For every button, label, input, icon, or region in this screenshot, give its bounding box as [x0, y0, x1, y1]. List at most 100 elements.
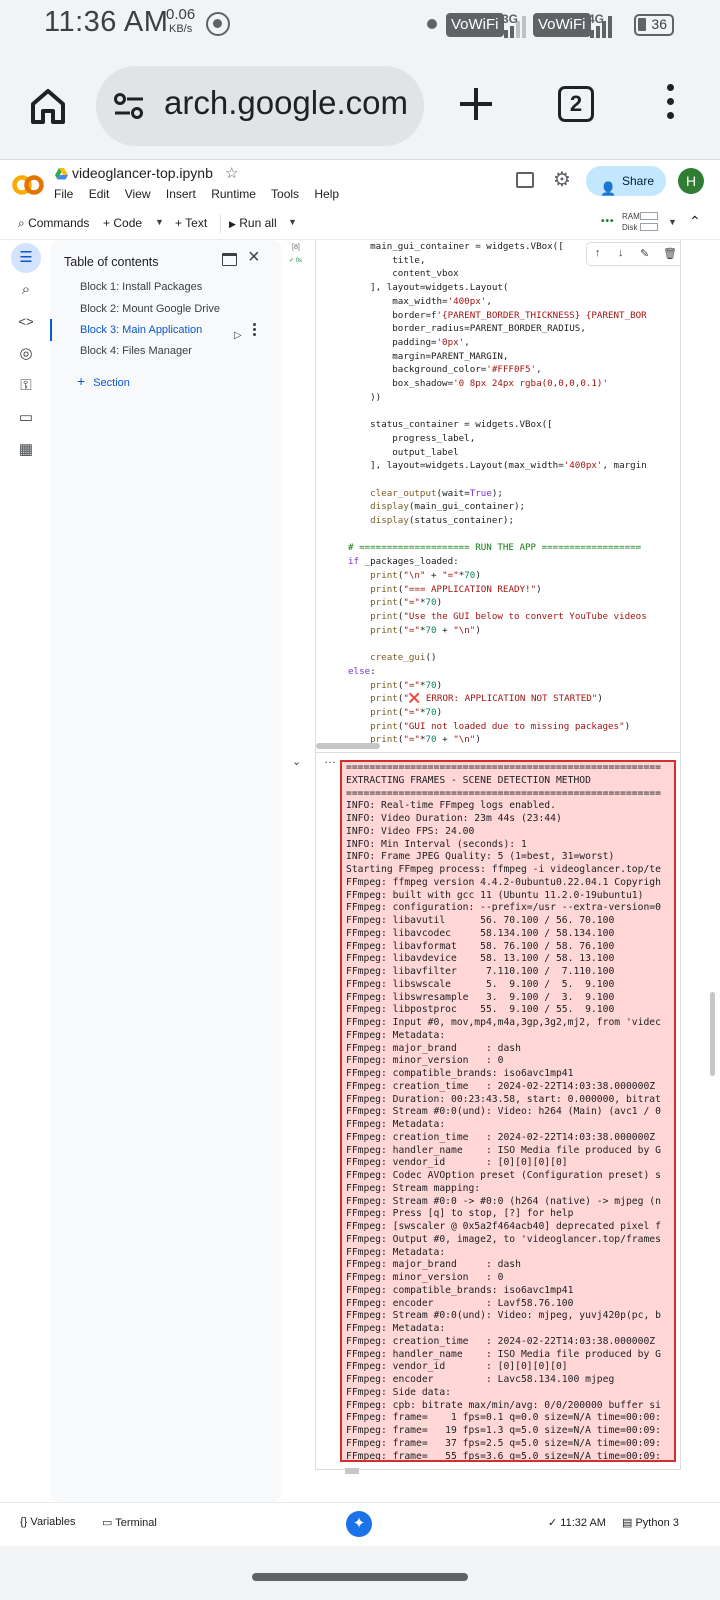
code-line[interactable]: output_label: [348, 446, 647, 460]
menu-edit[interactable]: Edit: [89, 187, 110, 201]
add-section-button[interactable]: + Section: [77, 373, 130, 389]
output-horizontal-scrollbar[interactable]: [345, 1468, 359, 1474]
horizontal-scrollbar[interactable]: [316, 743, 380, 749]
code-line[interactable]: progress_label,: [348, 432, 647, 446]
gemini-icon[interactable]: ✦: [346, 1511, 372, 1537]
terminal-button[interactable]: ▭ Terminal: [102, 1516, 157, 1529]
menu-insert[interactable]: Insert: [166, 187, 196, 201]
code-line[interactable]: display(main_gui_container);: [348, 500, 647, 514]
code-line[interactable]: ], layout=widgets.Layout(max_width='400p…: [348, 459, 647, 473]
add-text-button[interactable]: + Text: [175, 216, 207, 230]
code-line[interactable]: print("\n" + "="*70): [348, 569, 647, 583]
toc-item-block-4[interactable]: Block 4: Files Manager: [50, 340, 282, 362]
toc-icon[interactable]: ☰: [11, 243, 41, 273]
gear-icon[interactable]: ⚙: [553, 170, 571, 190]
code-line[interactable]: # ==================== RUN THE APP =====…: [348, 541, 647, 555]
menu-runtime[interactable]: Runtime: [211, 187, 256, 201]
commands-button[interactable]: ⌕ Commands: [18, 216, 89, 231]
home-icon[interactable]: [28, 86, 68, 126]
url-text[interactable]: arch.google.com: [164, 84, 408, 122]
status-bar: 11:36 AM 0.06 KB/s VoWiFi 3G VoWiFi 4G 3…: [0, 0, 720, 52]
code-line[interactable]: [348, 473, 647, 487]
ram-meter[interactable]: [640, 212, 658, 220]
secrets-icon[interactable]: ⚿: [11, 371, 41, 401]
code-line[interactable]: print("="*70): [348, 706, 647, 720]
avatar[interactable]: H: [678, 168, 704, 194]
code-line[interactable]: else:: [348, 665, 647, 679]
tab-switcher-button[interactable]: 2: [558, 86, 594, 122]
code-line[interactable]: [348, 528, 647, 542]
toc-item-block-3[interactable]: Block 3: Main Application ▷: [50, 319, 282, 341]
code-line[interactable]: margin=PARENT_MARGIN,: [348, 350, 647, 364]
runtime-indicator[interactable]: ▤ Python 3: [622, 1516, 679, 1529]
colab-logo-icon[interactable]: [12, 174, 44, 196]
code-snippets-icon[interactable]: <>: [11, 307, 41, 337]
code-line[interactable]: print("="*70): [348, 596, 647, 610]
move-down-icon[interactable]: ↓: [618, 247, 624, 259]
popout-icon[interactable]: [222, 253, 237, 266]
code-line[interactable]: padding='0px',: [348, 336, 647, 350]
code-line[interactable]: border_radius=PARENT_BORDER_RADIUS,: [348, 322, 647, 336]
code-line[interactable]: print("="*70 + "\n"): [348, 733, 647, 747]
comment-icon[interactable]: [516, 172, 534, 188]
code-line[interactable]: background_color='#FFF0F5',: [348, 363, 647, 377]
code-line[interactable]: print("GUI not loaded due to missing pac…: [348, 720, 647, 734]
run-all-button[interactable]: ▶ Run all: [229, 216, 277, 230]
browser-menu-icon[interactable]: [664, 84, 676, 124]
chevron-down-icon[interactable]: ▼: [155, 217, 164, 227]
variables-icon[interactable]: ◎: [11, 339, 41, 369]
find-icon[interactable]: ⌕: [11, 275, 41, 305]
chevron-down-icon[interactable]: ▼: [668, 217, 677, 227]
home-gesture-handle[interactable]: [252, 1573, 468, 1581]
code-line[interactable]: ], layout=widgets.Layout(: [348, 281, 647, 295]
star-icon[interactable]: ☆: [225, 164, 238, 182]
code-line[interactable]: display(status_container);: [348, 514, 647, 528]
files-icon[interactable]: ▭: [11, 403, 41, 433]
code-line[interactable]: [348, 637, 647, 651]
toc-item-block-1[interactable]: Block 1: Install Packages: [50, 276, 282, 298]
chevron-down-icon[interactable]: ▼: [288, 217, 297, 227]
menu-help[interactable]: Help: [314, 187, 339, 201]
variables-button[interactable]: {} Variables: [20, 1516, 75, 1528]
site-settings-icon[interactable]: [114, 93, 144, 119]
menu-tools[interactable]: Tools: [271, 187, 299, 201]
code-cell-editor[interactable]: main_gui_container = widgets.VBox([ titl…: [315, 240, 681, 752]
delete-icon[interactable]: 🗑: [663, 247, 677, 260]
menu-file[interactable]: File: [54, 187, 73, 201]
code-line[interactable]: print("="*70 + "\n"): [348, 624, 647, 638]
notebook-title[interactable]: videoglancer-top.ipynb: [72, 165, 213, 181]
code-line[interactable]: clear_output(wait=True);: [348, 487, 647, 501]
code-line[interactable]: box_shadow='0 8px 24px rgba(0,0,0,0.1)': [348, 377, 647, 391]
code-line[interactable]: )): [348, 391, 647, 405]
toc-item-block-2[interactable]: Block 2: Mount Google Drive: [50, 298, 282, 320]
collapse-toolbar-icon[interactable]: ⌃: [689, 213, 701, 230]
last-run-status[interactable]: ✓ 11:32 AM: [548, 1516, 606, 1529]
move-up-icon[interactable]: ↑: [595, 247, 601, 259]
code-line[interactable]: print("❌ ERROR: APPLICATION NOT STARTED"…: [348, 692, 647, 706]
log-line: FFmpeg: ffmpeg version 4.4.2-0ubuntu0.22…: [346, 876, 661, 888]
code-line[interactable]: create_gui(): [348, 651, 647, 665]
edit-icon[interactable]: ✎: [640, 247, 649, 260]
code-line[interactable]: if _packages_loaded:: [348, 555, 647, 569]
code-line[interactable]: print("=== APPLICATION READY!"): [348, 583, 647, 597]
more-options-icon[interactable]: [253, 323, 256, 338]
share-button[interactable]: 👤 Share: [586, 166, 666, 196]
address-bar[interactable]: arch.google.com: [96, 66, 424, 146]
code-block[interactable]: main_gui_container = widgets.VBox([ titl…: [348, 240, 647, 747]
code-line[interactable]: status_container = widgets.VBox([: [348, 418, 647, 432]
code-line[interactable]: print("="*70): [348, 679, 647, 693]
close-icon[interactable]: ×: [248, 246, 260, 269]
data-table-icon[interactable]: ▦: [11, 435, 41, 465]
code-line[interactable]: border=f'{PARENT_BORDER_THICKNESS} {PARE…: [348, 309, 647, 323]
menu-view[interactable]: View: [125, 187, 151, 201]
code-line[interactable]: print("Use the GUI below to convert YouT…: [348, 610, 647, 624]
code-line[interactable]: max_width='400px',: [348, 295, 647, 309]
new-tab-icon[interactable]: [456, 84, 496, 124]
code-line[interactable]: content_vbox: [348, 267, 647, 281]
log-line: INFO: Video FPS: 24.00: [346, 825, 475, 837]
chevron-down-icon[interactable]: ⌄: [292, 755, 301, 768]
disk-meter[interactable]: [640, 223, 658, 231]
vertical-scrollbar[interactable]: [710, 992, 715, 1076]
add-code-button[interactable]: + Code: [103, 216, 142, 230]
code-line[interactable]: [348, 404, 647, 418]
